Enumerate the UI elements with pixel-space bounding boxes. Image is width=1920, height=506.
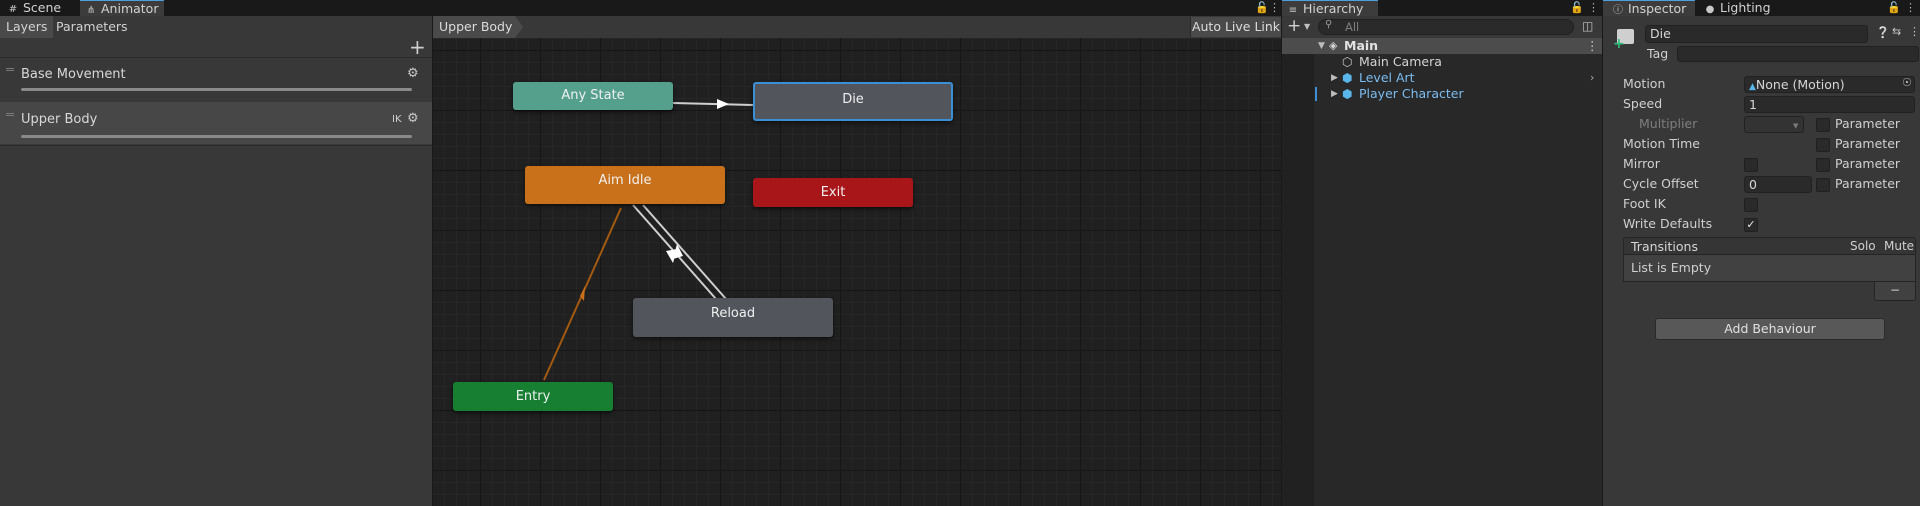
hierarchy-toolbar: + ▼ ⚲ All ◫: [1282, 16, 1602, 38]
ik-badge: IK: [392, 114, 402, 125]
mirror-checkbox[interactable]: [1744, 158, 1758, 172]
triangle-right-icon[interactable]: ▶: [1331, 70, 1338, 86]
layer-upper-body[interactable]: Upper Body IK ⚙: [0, 102, 432, 144]
unity-scene-icon: ◈: [1329, 39, 1338, 52]
search-icon: ⚲: [1325, 19, 1333, 30]
bulb-icon: ●: [1705, 4, 1715, 15]
help-icon[interactable]: ❔: [1876, 26, 1890, 39]
triangle-right-icon[interactable]: ▶: [1331, 86, 1338, 102]
more-menu-icon[interactable]: ⋮: [1588, 0, 1599, 16]
animator-layers-panel: # Scene ⋔ Animator Layers Parameters + Bas…: [0, 0, 432, 506]
transitions-header: Transitions Solo Mute: [1623, 237, 1916, 255]
lock-icon[interactable]: 🔓: [1887, 0, 1901, 16]
mirror-label: Mirror: [1623, 156, 1660, 171]
hierarchy-item-level-art[interactable]: ▶ ⬢ Level Art ›: [1282, 70, 1602, 86]
state-reload[interactable]: Reload: [633, 298, 833, 337]
hierarchy-item-main-camera[interactable]: ⬡ Main Camera: [1282, 54, 1602, 70]
motion-label: Motion: [1623, 76, 1666, 91]
cycle-offset-label: Cycle Offset: [1623, 176, 1699, 191]
more-menu-icon[interactable]: ⋮: [1586, 38, 1599, 54]
state-aim-idle[interactable]: Aim Idle: [525, 166, 725, 204]
tag-field[interactable]: [1677, 46, 1919, 62]
remove-transition-button[interactable]: −: [1874, 282, 1916, 301]
tab-lighting[interactable]: ● Lighting: [1699, 0, 1787, 16]
tag-label: Tag: [1647, 46, 1669, 61]
tab-layers[interactable]: Layers: [0, 16, 54, 38]
write-defaults-label: Write Defaults: [1623, 216, 1713, 231]
transitions-list: List is Empty: [1623, 255, 1916, 282]
motion-time-parameter-checkbox[interactable]: [1816, 138, 1830, 152]
multiplier-dropdown[interactable]: ▼: [1744, 116, 1804, 133]
triangle-down-icon[interactable]: ▼: [1318, 38, 1325, 54]
prefab-cube-icon: ⬢: [1342, 87, 1353, 101]
chevron-down-icon[interactable]: ▼: [1304, 22, 1310, 31]
list-empty-text: List is Empty: [1631, 260, 1712, 275]
speed-field[interactable]: 1: [1744, 96, 1915, 113]
hierarchy-tab-bar: ≡ Hierarchy 🔓 ⋮: [1282, 0, 1602, 16]
more-menu-icon[interactable]: ⋮: [1909, 25, 1920, 38]
cycle-offset-parameter-checkbox[interactable]: [1816, 178, 1830, 192]
add-behaviour-button[interactable]: Add Behaviour: [1655, 318, 1885, 340]
foot-ik-checkbox[interactable]: [1744, 198, 1758, 212]
tab-hierarchy[interactable]: ≡ Hierarchy: [1282, 0, 1378, 16]
drag-handle-icon[interactable]: [6, 113, 14, 116]
multiplier-label: Multiplier: [1639, 116, 1698, 131]
drag-handle-icon[interactable]: [6, 68, 14, 71]
chevron-right-icon[interactable]: ›: [1590, 70, 1594, 86]
state-any-state[interactable]: Any State: [513, 82, 673, 110]
gear-icon[interactable]: ⚙: [407, 111, 419, 126]
inspector-tab-bar: ⓘ Inspector ● Lighting 🔓 ⋮: [1603, 0, 1920, 16]
transition-arrow-icon: [717, 99, 729, 109]
inspector-panel: ⓘ Inspector ● Lighting 🔓 ⋮ + Die ❔ ⇆ ⋮ Tag…: [1603, 0, 1920, 506]
info-icon: ⓘ: [1613, 5, 1623, 16]
more-menu-icon[interactable]: ⋮: [1905, 0, 1916, 16]
divider: [0, 145, 432, 146]
preset-icon[interactable]: ⇆: [1892, 25, 1901, 38]
motion-icon: ▲: [1749, 82, 1756, 92]
state-entry[interactable]: Entry: [453, 382, 613, 411]
scene-visibility-icon[interactable]: ◫: [1582, 19, 1593, 33]
multiplier-parameter-checkbox[interactable]: [1816, 118, 1830, 132]
hierarchy-item-player-character[interactable]: ▶ ⬢ Player Character: [1282, 86, 1602, 102]
animator-graph[interactable]: 🔓 ⋮ Upper Body Auto Live Link Any State …: [433, 0, 1281, 506]
motion-time-label: Motion Time: [1623, 136, 1700, 151]
hierarchy-panel: ≡ Hierarchy 🔓 ⋮ + ▼ ⚲ All ◫ ▼ ◈ Main ⋮ ⬡ …: [1282, 0, 1602, 506]
prefab-cube-icon: ⬢: [1342, 71, 1353, 85]
layer-weight-bar: [21, 88, 412, 91]
foot-ik-label: Foot IK: [1623, 196, 1666, 211]
selection-marker: [1315, 87, 1317, 101]
tab-scene[interactable]: # Scene: [0, 0, 80, 16]
transition-any-state-to-die[interactable]: [672, 102, 754, 106]
layer-base-movement[interactable]: Base Movement ⚙: [0, 57, 432, 97]
tab-inspector[interactable]: ⓘ Inspector: [1603, 0, 1695, 16]
gameobject-cube-icon: ⬡: [1342, 55, 1353, 69]
state-die[interactable]: Die: [753, 82, 953, 121]
animator-tab-bar: # Scene ⋔ Animator: [0, 0, 432, 16]
add-layer-button[interactable]: +: [409, 37, 426, 57]
cycle-offset-field[interactable]: 0: [1744, 176, 1812, 193]
state-object-icon: +: [1613, 26, 1637, 51]
chevron-down-icon: ▼: [1793, 122, 1799, 130]
speed-label: Speed: [1623, 96, 1663, 111]
transitions-layer: [543, 99, 754, 381]
add-object-button[interactable]: +: [1287, 16, 1301, 36]
mirror-parameter-checkbox[interactable]: [1816, 158, 1830, 172]
lock-icon[interactable]: 🔓: [1570, 0, 1584, 16]
gear-icon[interactable]: ⚙: [407, 66, 419, 81]
tab-animator[interactable]: ⋔ Animator: [80, 0, 164, 16]
search-input[interactable]: ⚲ All: [1318, 19, 1574, 35]
hierarchy-item-main[interactable]: ▼ ◈ Main ⋮: [1282, 38, 1602, 54]
state-exit[interactable]: Exit: [753, 178, 913, 207]
write-defaults-checkbox[interactable]: ✓: [1744, 218, 1758, 232]
name-field[interactable]: Die: [1645, 25, 1868, 43]
transition-reload-to-aim-idle[interactable]: [642, 204, 727, 300]
visibility-gutter: [1282, 38, 1314, 506]
tab-parameters[interactable]: Parameters: [50, 16, 134, 38]
motion-field[interactable]: ▲None (Motion): [1744, 76, 1915, 93]
layer-weight-bar: [21, 135, 412, 138]
object-picker-icon[interactable]: ☉: [1902, 76, 1912, 89]
